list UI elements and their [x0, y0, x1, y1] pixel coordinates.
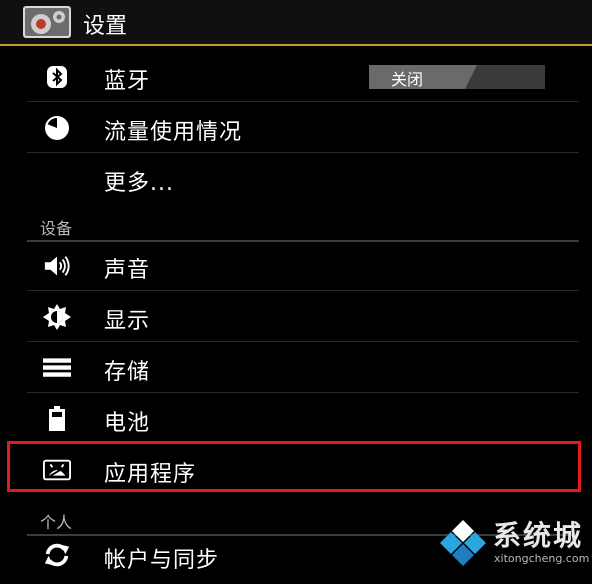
- settings-gear-icon[interactable]: [23, 6, 71, 38]
- divider: [27, 101, 579, 102]
- storage-label: 存储: [104, 360, 151, 385]
- display-label: 显示: [104, 309, 151, 334]
- storage-icon: [43, 355, 71, 381]
- setting-item-battery[interactable]: 电池: [27, 394, 579, 444]
- bluetooth-toggle[interactable]: 关闭: [369, 65, 545, 89]
- data-usage-pie-icon: [43, 115, 71, 141]
- setting-item-data-usage[interactable]: 流量使用情况: [27, 103, 579, 153]
- watermark-url: xitongcheng.com: [494, 552, 590, 565]
- section-label-personal: 个人: [40, 513, 73, 532]
- divider: [27, 392, 579, 393]
- setting-item-display[interactable]: 显示: [27, 292, 579, 342]
- section-header-device: 设备: [27, 212, 579, 242]
- sound-label: 声音: [104, 258, 151, 283]
- highlight-box: [7, 441, 581, 492]
- battery-label: 电池: [104, 411, 151, 436]
- sync-icon: [43, 542, 71, 568]
- section-label-device: 设备: [40, 219, 73, 238]
- more-label: 更多...: [104, 171, 174, 196]
- bluetooth-toggle-state: 关闭: [391, 70, 424, 89]
- divider: [27, 290, 579, 291]
- setting-item-more[interactable]: 更多...: [27, 154, 579, 204]
- divider: [27, 341, 579, 342]
- page-title: 设置: [83, 14, 128, 39]
- watermark-logo: 系统城 xitongcheng.com: [438, 514, 590, 570]
- setting-item-bluetooth[interactable]: 蓝牙 关闭: [27, 52, 579, 102]
- setting-item-storage[interactable]: 存储: [27, 343, 579, 393]
- accounts-sync-label: 帐户与同步: [104, 548, 220, 573]
- speaker-icon: [43, 253, 71, 279]
- watermark-text: 系统城: [493, 519, 584, 552]
- divider: [27, 152, 579, 153]
- settings-header: 设置: [0, 0, 592, 46]
- battery-icon: [43, 406, 71, 432]
- setting-item-sound[interactable]: 声音: [27, 241, 579, 291]
- bluetooth-icon: [43, 64, 71, 90]
- watermark-diamond-icon: [440, 520, 486, 566]
- bluetooth-label: 蓝牙: [104, 69, 151, 94]
- data-usage-label: 流量使用情况: [104, 120, 243, 145]
- brightness-icon: [43, 304, 71, 330]
